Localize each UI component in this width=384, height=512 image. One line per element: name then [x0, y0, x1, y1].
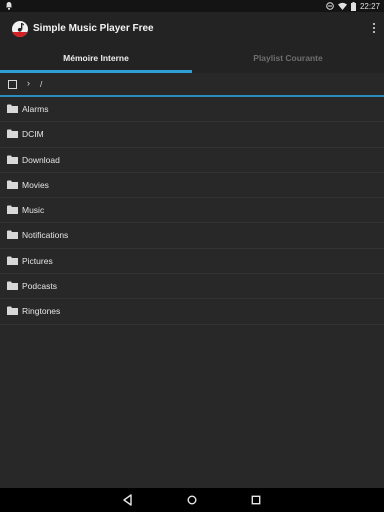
folder-label: Ringtones [22, 306, 61, 317]
folder-item-pictures[interactable]: Pictures [0, 249, 384, 275]
folder-item-ringtones[interactable]: Ringtones [0, 299, 384, 325]
path-bar: › / [0, 73, 384, 95]
status-time: 22:27 [359, 1, 380, 11]
folder-item-alarms[interactable]: Alarms [0, 97, 384, 123]
folder-icon [7, 281, 18, 291]
folder-list: Alarms DCIM Download Movies Music Notifi… [0, 97, 384, 325]
back-icon[interactable] [121, 493, 135, 507]
folder-icon [7, 155, 18, 164]
minus-circle-icon [326, 2, 334, 10]
folder-icon [7, 180, 18, 189]
folder-label: Movies [22, 179, 49, 190]
folder-item-music[interactable]: Music [0, 198, 384, 224]
folder-icon [7, 230, 18, 240]
folder-item-podcasts[interactable]: Podcasts [0, 274, 384, 300]
chevron-right-icon: › [27, 78, 30, 88]
wifi-icon [337, 2, 347, 10]
folder-label: Pictures [22, 255, 53, 266]
folder-item-movies[interactable]: Movies [0, 173, 384, 199]
folder-item-download[interactable]: Download [0, 148, 384, 173]
tab-internal-memory[interactable]: Mémoire Interne [0, 46, 192, 73]
app-bar: Simple Music Player Free [0, 12, 384, 46]
folder-item-notifications[interactable]: Notifications [0, 223, 384, 249]
folder-icon [7, 256, 18, 265]
tab-bar: Mémoire Interne Playlist Courante [0, 46, 384, 73]
folder-label: Notifications [22, 230, 69, 241]
folder-label: Podcasts [22, 281, 57, 292]
overflow-menu-icon[interactable] [372, 23, 376, 35]
recents-icon[interactable] [249, 493, 263, 507]
folder-icon [7, 205, 18, 215]
folder-icon [7, 104, 18, 113]
folder-icon [7, 129, 18, 139]
folder-label: Download [22, 154, 60, 165]
app-title: Simple Music Player Free [33, 23, 154, 34]
select-all-checkbox[interactable] [8, 80, 17, 89]
battery-icon [350, 1, 356, 11]
home-icon[interactable] [185, 493, 199, 507]
folder-label: Music [22, 205, 45, 216]
current-path[interactable]: / [40, 79, 42, 89]
android-notification-icon [6, 2, 12, 10]
folder-item-dcim[interactable]: DCIM [0, 122, 384, 148]
app-logo-icon [12, 21, 28, 37]
folder-label: Alarms [22, 104, 49, 114]
system-nav-bar [0, 488, 384, 512]
tab-current-playlist[interactable]: Playlist Courante [192, 46, 384, 73]
folder-label: DCIM [22, 129, 44, 140]
folder-icon [7, 306, 18, 316]
status-bar: 22:27 [0, 0, 384, 12]
